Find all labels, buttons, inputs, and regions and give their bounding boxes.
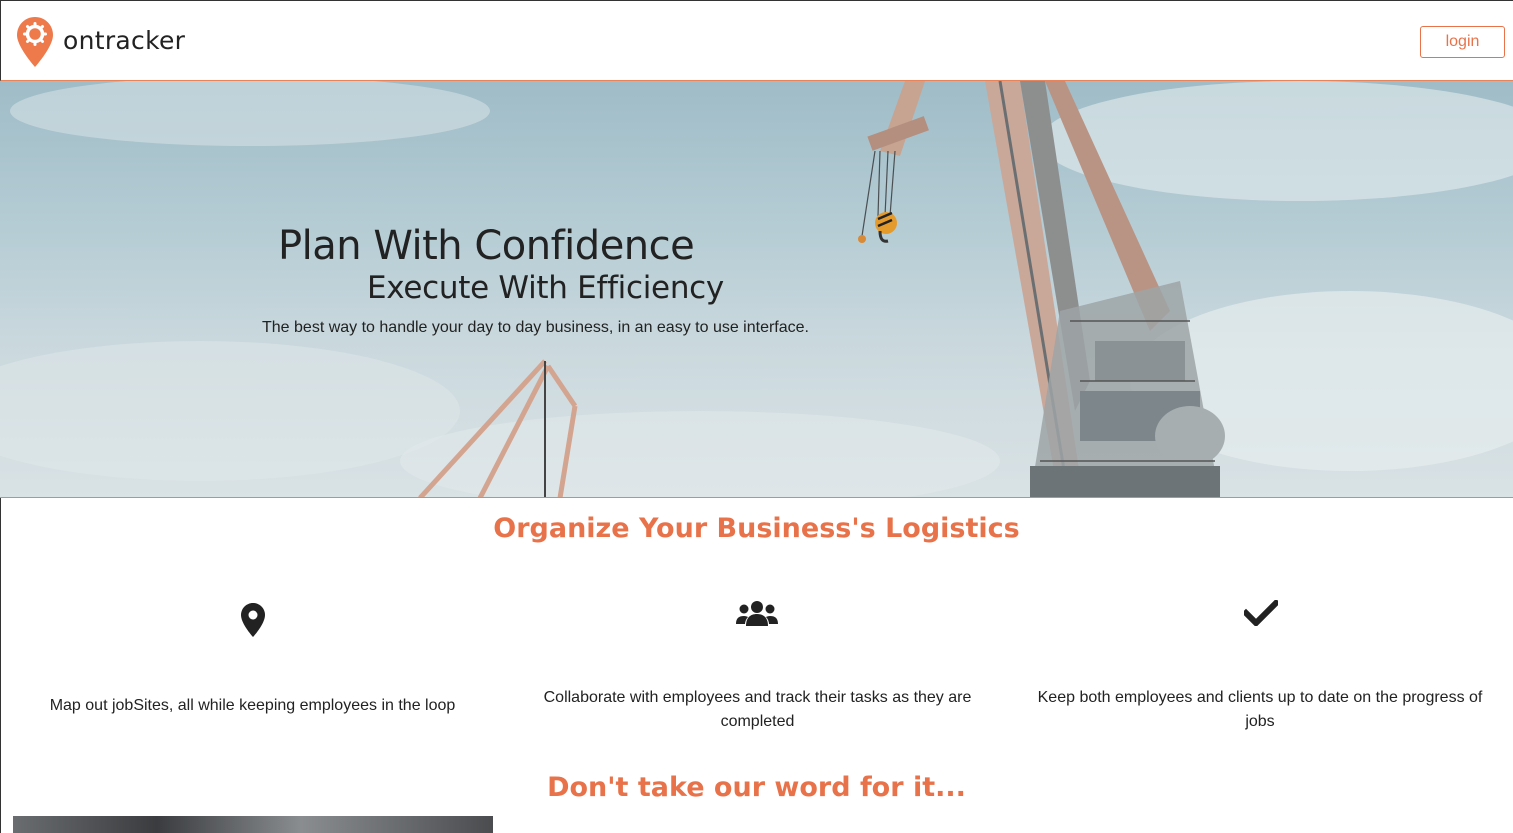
brand-name: ontracker [63, 25, 186, 55]
map-marker-icon [241, 603, 265, 637]
checkmark-icon [1244, 600, 1278, 626]
features-section-title: Organize Your Business's Logistics [493, 513, 1020, 544]
map-pin-gear-icon [17, 17, 53, 67]
hero-title: Plan With Confidence [278, 223, 695, 269]
brand-logo[interactable]: ontracker [17, 17, 185, 67]
hero-subtitle: Execute With Efficiency [367, 270, 724, 306]
feature-text-jobsites: Map out jobSites, all while keeping empl… [49, 697, 456, 714]
hero-banner: Plan With Confidence Execute With Effici… [0, 81, 1513, 498]
hero-background-image [0, 81, 1513, 497]
navbar: ontracker login [0, 0, 1513, 81]
users-icon [736, 601, 778, 626]
feature-text-collaborate: Collaborate with employees and track the… [543, 689, 972, 730]
hero-tagline: The best way to handle your day to day b… [262, 319, 809, 336]
testimonial-image [13, 816, 493, 833]
feature-card-progress: Keep both employees and clients up to da… [1030, 600, 1490, 740]
feature-text-progress: Keep both employees and clients up to da… [1037, 689, 1483, 730]
login-button[interactable]: login [1420, 26, 1505, 58]
testimonials-section-title: Don't take our word for it... [547, 772, 966, 803]
feature-card-collaborate: Collaborate with employees and track the… [525, 600, 990, 740]
feature-card-jobsites: Map out jobSites, all while keeping empl… [20, 600, 485, 730]
